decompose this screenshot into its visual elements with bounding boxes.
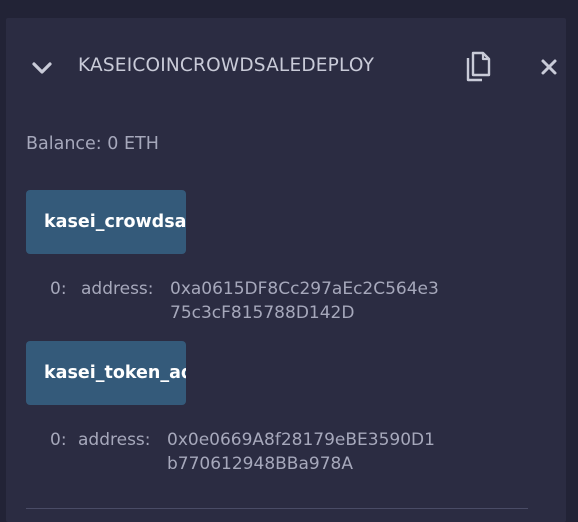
result-value: 0xa0615DF8Cc297aEc2C564e3 75c3cF815788D1… [170, 277, 439, 325]
result-type-label: address: [81, 279, 154, 299]
contract-title: KASEICOINCROWDSALEDEPLOY [78, 55, 375, 76]
balance-text: Balance: 0 ETH [26, 134, 159, 154]
result-value-line: 0x0e0669A8f28179eBE3590D1 [167, 430, 435, 450]
result-value-line: b770612948BBa978A [167, 454, 353, 474]
kasei-crowdsale-address-button[interactable]: kasei_crowdsale_address [26, 190, 186, 254]
divider [26, 508, 528, 509]
chevron-down-icon[interactable] [31, 60, 53, 74]
copy-icon[interactable] [462, 50, 492, 84]
result-type-label: address: [78, 430, 151, 450]
close-icon[interactable] [540, 58, 558, 76]
result-index: 0: [50, 279, 67, 299]
contract-header: KASEICOINCROWDSALEDEPLOY [6, 18, 566, 118]
result-index: 0: [50, 430, 67, 450]
result-value-line: 75c3cF815788D142D [170, 303, 355, 323]
result-value-line: 0xa0615DF8Cc297aEc2C564e3 [170, 279, 439, 299]
deployed-contract-panel: KASEICOINCROWDSALEDEPLOY Balance: 0 ETH … [6, 18, 566, 522]
kasei-token-address-button[interactable]: kasei_token_address [26, 341, 186, 405]
result-value: 0x0e0669A8f28179eBE3590D1 b770612948BBa9… [167, 428, 435, 476]
